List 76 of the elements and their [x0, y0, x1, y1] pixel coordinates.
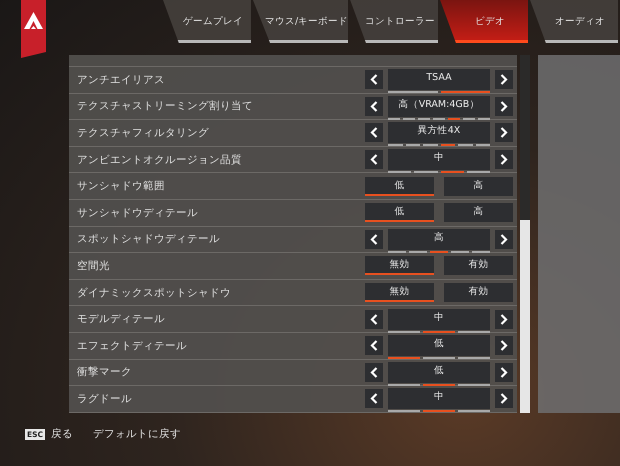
chevron-left-icon	[370, 127, 378, 138]
setting-label: アンビエントオクルージョン品質	[77, 152, 243, 167]
setting-label: テクスチャフィルタリング	[77, 126, 210, 140]
setting-value: 中	[434, 310, 444, 325]
chevron-right-icon	[500, 340, 508, 352]
next-button[interactable]	[495, 230, 513, 249]
setting-label: 空間光	[77, 258, 111, 273]
previous-button[interactable]	[365, 362, 383, 382]
setting-value: 低	[434, 364, 444, 378]
chevron-left-icon	[370, 366, 378, 378]
setting-label: ダイナミックスポットシャドウ	[77, 286, 232, 300]
option-button[interactable]: 有効	[444, 283, 513, 302]
chevron-left-icon	[370, 234, 378, 245]
option-button[interactable]: 低	[365, 203, 434, 222]
back-button[interactable]: 戻る	[51, 427, 74, 441]
option-button[interactable]: 高	[444, 176, 513, 196]
setting-label: サンシャドウ範囲	[77, 179, 166, 194]
previous-button[interactable]	[365, 96, 383, 116]
option-button[interactable]: 高	[444, 203, 513, 222]
setting-value: TSAA	[426, 71, 452, 86]
previous-button[interactable]	[365, 389, 383, 408]
previous-button[interactable]	[365, 336, 383, 356]
tab[interactable]: マウス/キーボード	[252, 0, 348, 43]
chevron-left-icon	[370, 314, 378, 325]
setting-label: スポットシャドウディテール	[77, 232, 221, 246]
option-button[interactable]: 低	[365, 176, 434, 196]
next-button[interactable]	[495, 70, 513, 90]
chevron-right-icon	[500, 234, 508, 245]
next-button[interactable]	[495, 123, 513, 142]
chevron-right-icon	[500, 74, 508, 86]
setting-label: テクスチャストリーミング割り当て	[77, 99, 254, 114]
previous-button[interactable]	[365, 123, 383, 142]
tab[interactable]: コントローラー	[350, 0, 438, 43]
setting-label: ラグドール	[77, 392, 133, 406]
next-button[interactable]	[495, 362, 513, 382]
previous-button[interactable]	[365, 230, 383, 249]
previous-button[interactable]	[365, 150, 383, 170]
chevron-left-icon	[370, 74, 378, 86]
setting-value: 低	[434, 337, 444, 352]
logo-icon	[21, 0, 46, 58]
tab[interactable]: ビデオ	[440, 0, 528, 43]
chevron-left-icon	[370, 340, 378, 352]
chevron-right-icon	[500, 366, 508, 378]
next-button[interactable]	[495, 96, 513, 116]
setting-value: 中	[434, 390, 444, 404]
setting-label: 衝撃マーク	[77, 365, 133, 380]
chevron-right-icon	[500, 393, 508, 404]
chevron-right-icon	[500, 100, 508, 112]
reset-defaults-button[interactable]: デフォルトに戻す	[93, 427, 182, 441]
setting-value: 高（VRAM:4GB）	[398, 98, 480, 112]
previous-button[interactable]	[365, 70, 383, 90]
tab[interactable]: ゲームプレイ	[163, 0, 251, 43]
next-button[interactable]	[495, 389, 513, 408]
chevron-left-icon	[370, 393, 378, 404]
next-button[interactable]	[495, 336, 513, 356]
chevron-right-icon	[500, 127, 508, 138]
next-button[interactable]	[495, 150, 513, 170]
scrollbar-thumb[interactable]	[520, 220, 530, 413]
setting-value: 高	[434, 230, 444, 245]
next-button[interactable]	[495, 310, 513, 329]
setting-label: エフェクトディテール	[77, 338, 188, 353]
option-button[interactable]: 無効	[365, 256, 434, 276]
chevron-left-icon	[370, 100, 378, 112]
setting-label: モデルディテール	[77, 312, 166, 326]
setting-value: 中	[434, 151, 444, 166]
setting-label: アンチエイリアス	[77, 72, 166, 87]
setting-value: 異方性4X	[418, 124, 460, 138]
option-button[interactable]: 無効	[365, 283, 434, 302]
tab[interactable]: オーディオ	[530, 0, 618, 43]
chevron-left-icon	[370, 154, 378, 166]
setting-label: サンシャドウディテール	[77, 206, 199, 220]
chevron-right-icon	[500, 154, 508, 166]
previous-button[interactable]	[365, 310, 383, 329]
chevron-right-icon	[500, 314, 508, 325]
scrollbar[interactable]	[520, 55, 530, 413]
option-button[interactable]: 有効	[444, 256, 513, 276]
